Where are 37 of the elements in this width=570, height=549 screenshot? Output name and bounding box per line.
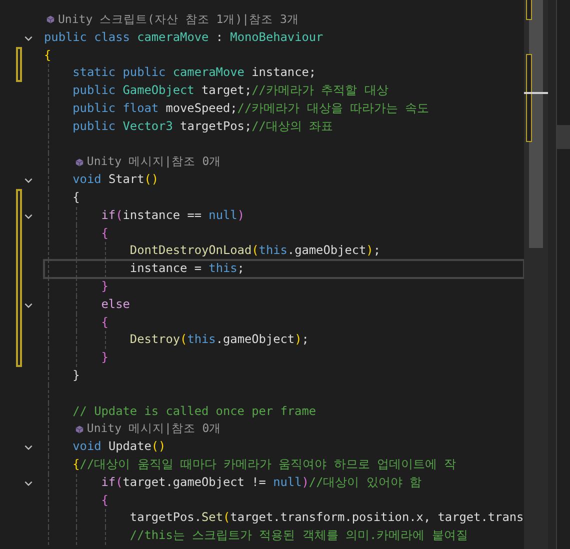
codelens-text[interactable]: Unity 메시지|참조 0개	[86, 153, 222, 172]
code-line: Destroy(this.gameObject);	[128, 331, 310, 348]
code-line: }	[100, 349, 110, 366]
code-line: {//대상이 움직일 때마다 카메라가 움직여야 하므로 업데이트에 작	[72, 456, 458, 473]
code-line: public Vector3 targetPos;//대상의 좌표	[72, 118, 334, 135]
code-line: {	[100, 314, 110, 331]
code-line: public GameObject target;//카메라가 추적할 대상	[72, 82, 390, 100]
codelens-text[interactable]: Unity 스크립트(자산 참조 1개)|참조 3개	[58, 11, 299, 29]
code-line: // Update is called once per frame	[72, 402, 318, 420]
code-line: }	[100, 278, 110, 295]
code-line: public float moveSpeed;//카메라가 대상을 따라가는 속도	[72, 100, 430, 117]
cube-icon	[74, 424, 84, 434]
codelens-text[interactable]: Unity 메시지|참조 0개	[86, 420, 222, 438]
scrollbar[interactable]	[524, 0, 548, 549]
code-line: if(target.gameObject != null)//대상이 있어야 함	[100, 474, 423, 491]
code-line: {	[100, 492, 110, 509]
code-line: void Update()	[72, 438, 167, 456]
code-line: void Start()	[72, 171, 160, 188]
panel-scrollbar[interactable]	[556, 0, 570, 549]
code-line: //this는 스크립트가 적용된 객체를 의미.카메라에 붙여질	[128, 527, 469, 544]
code-line: instance = this;	[44, 260, 524, 278]
change-marker	[526, 0, 532, 20]
code-line: {	[44, 46, 52, 64]
code-line: static public cameraMove instance;	[72, 64, 318, 82]
cube-icon	[74, 158, 84, 167]
code-line: }	[72, 366, 81, 384]
code-line: public class cameraMove : MonoBehaviour	[44, 28, 324, 46]
caret-marker	[524, 92, 548, 94]
code-line: else	[100, 296, 131, 313]
code-line: DontDestroyOnLoad(this.gameObject);	[128, 242, 382, 260]
code-line: targetPos.Set(target.transform.position.x, target.trans	[128, 509, 524, 526]
code-line: {	[100, 224, 110, 242]
scrollbar-thumb[interactable]	[529, 0, 543, 248]
code-line: {	[72, 188, 81, 206]
cube-icon	[46, 15, 55, 24]
scrollbar-thumb[interactable]	[557, 125, 570, 149]
code-line: if(instance == null)	[100, 206, 246, 224]
